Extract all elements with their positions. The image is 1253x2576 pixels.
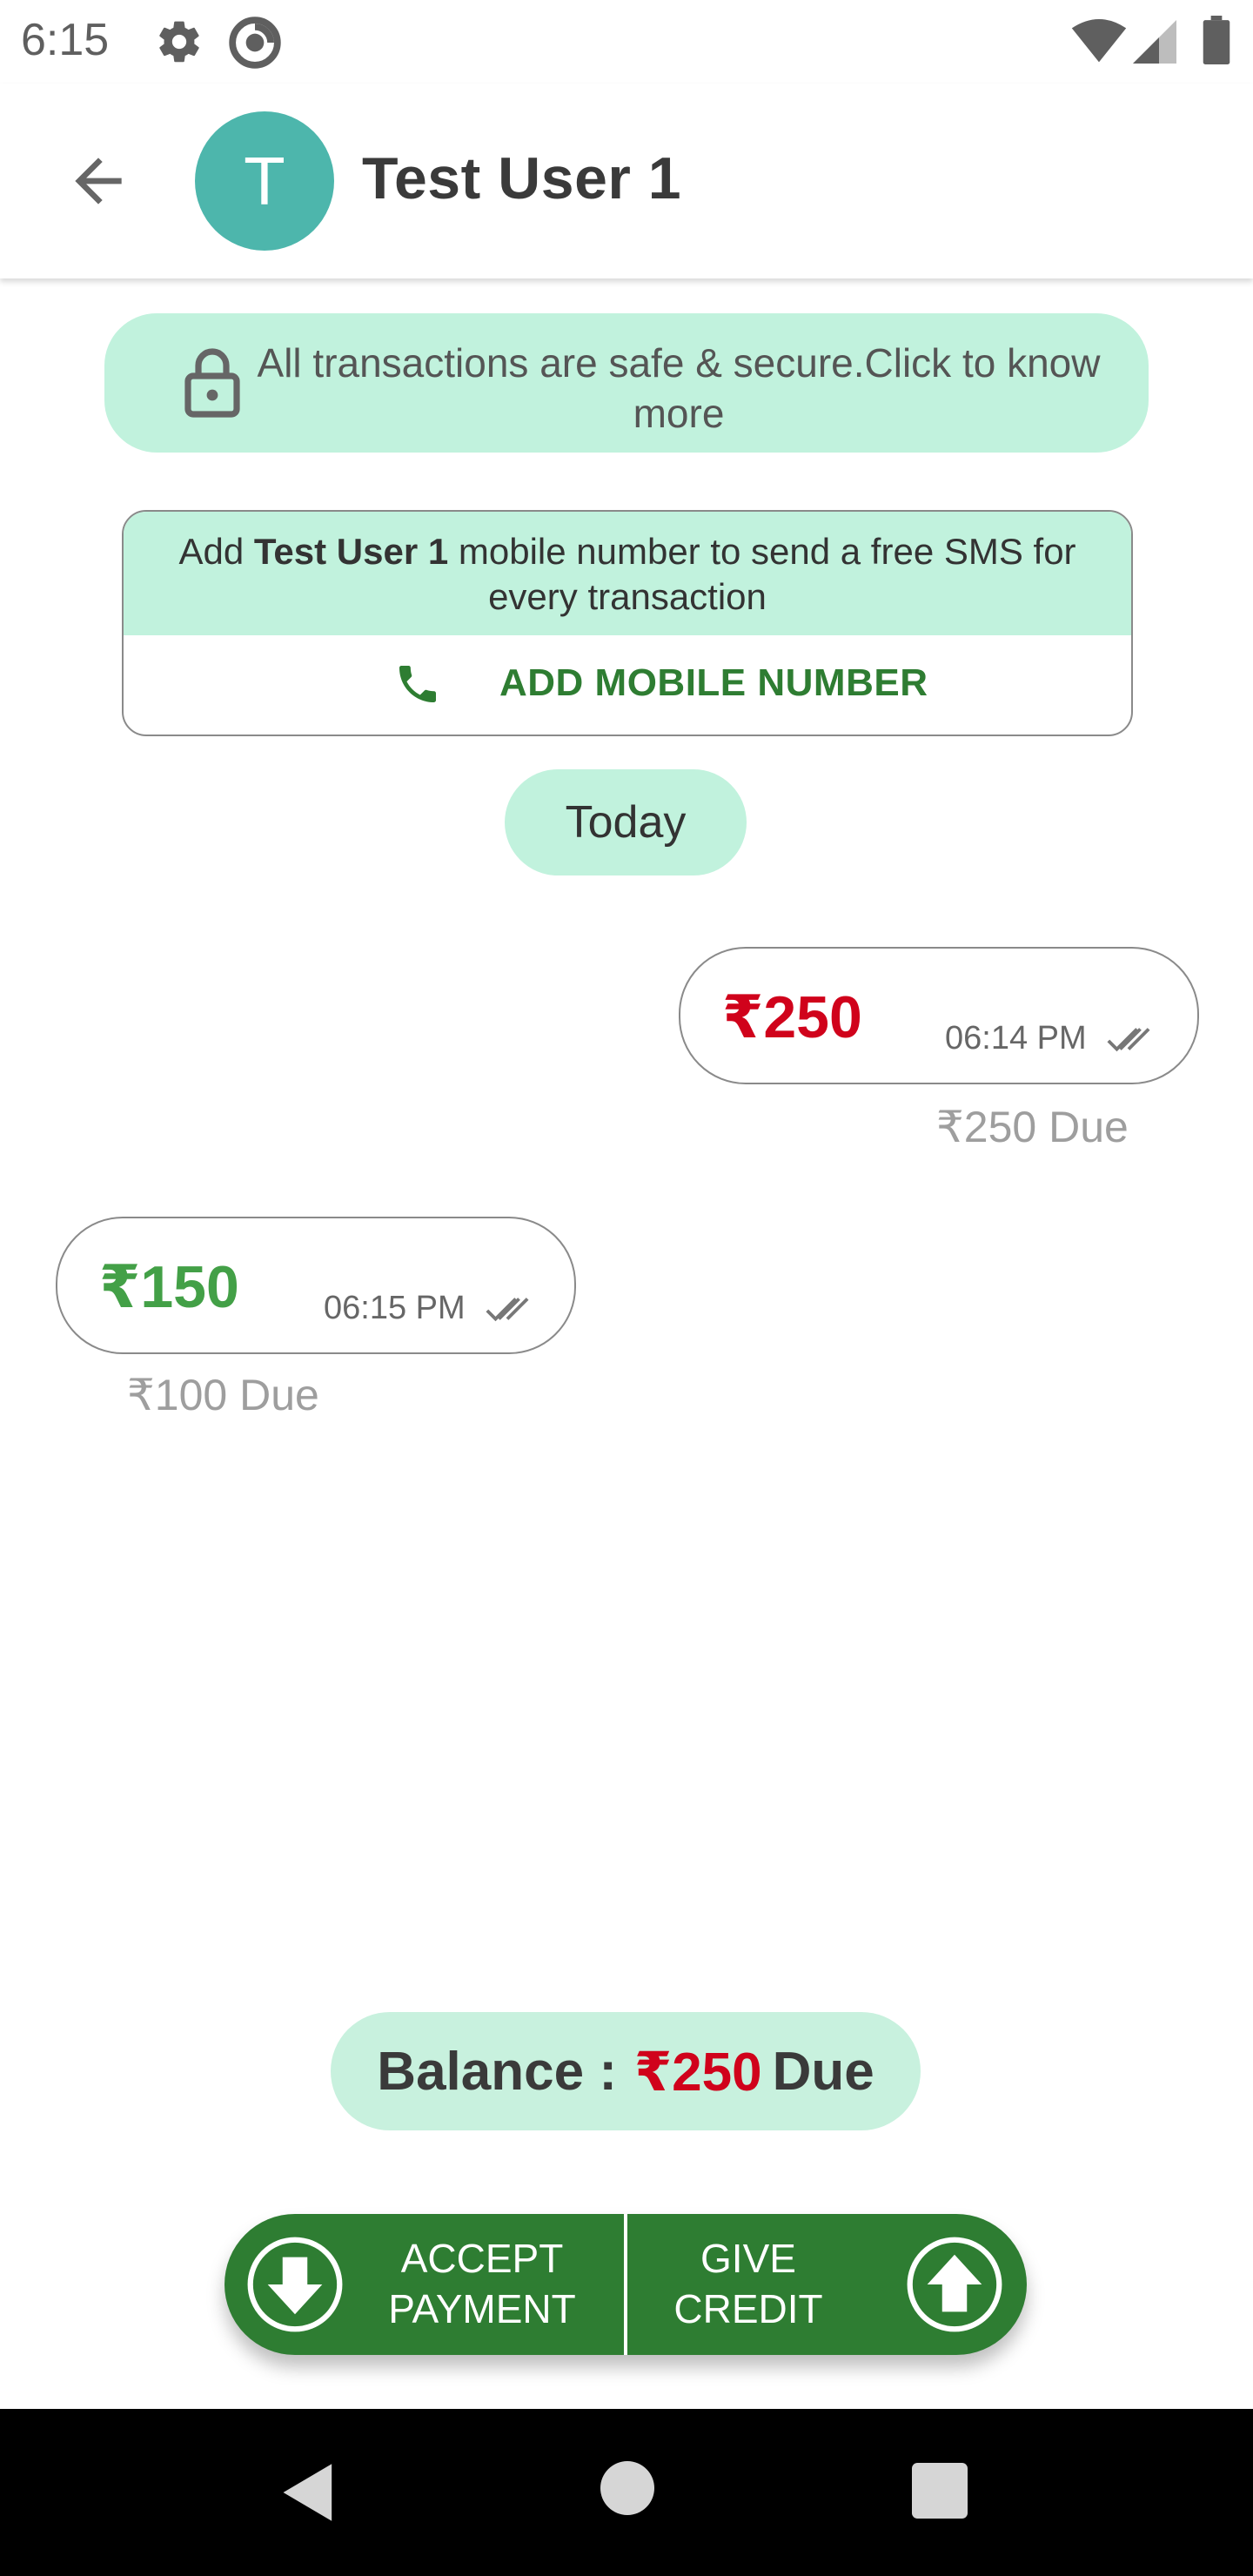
- phone-icon: [399, 666, 436, 702]
- arrow-up-circle-icon: [907, 2237, 1002, 2332]
- balance-label: Balance :: [377, 2041, 617, 2102]
- add-mobile-contact-name: Test User 1: [253, 531, 449, 572]
- status-bar: 6:15: [0, 0, 1253, 84]
- back-arrow-icon[interactable]: [61, 146, 136, 216]
- signal-icon: [1133, 20, 1176, 64]
- arrow-down-circle-icon: [247, 2237, 343, 2332]
- battery-icon: [1203, 16, 1230, 64]
- add-mobile-text: Add Test User 1 mobile number to send a …: [141, 529, 1114, 620]
- transaction-time: 06:15 PM: [324, 1290, 466, 1326]
- avatar[interactable]: T: [195, 111, 334, 251]
- date-chip: Today: [505, 769, 747, 875]
- gear-icon: [159, 21, 199, 63]
- accept-payment-button[interactable]: ACCEPT PAYMENT: [224, 2214, 625, 2355]
- action-bar: ACCEPT PAYMENT GIVE CREDIT: [224, 2214, 1027, 2355]
- add-mobile-number-button[interactable]: ADD MOBILE NUMBER: [124, 635, 1131, 735]
- transaction-time: 06:14 PM: [945, 1020, 1087, 1057]
- lock-icon: [184, 348, 240, 418]
- contact-name[interactable]: Test User 1: [362, 144, 681, 212]
- sync-icon: [229, 17, 281, 69]
- double-check-icon: [486, 1298, 529, 1322]
- app-bar: T Test User 1: [0, 84, 1253, 278]
- add-mobile-info: Add Test User 1 mobile number to send a …: [124, 512, 1131, 635]
- transaction-due: ₹100 Due: [127, 1371, 319, 1419]
- system-nav-bar: [0, 2409, 1253, 2576]
- transaction-due: ₹250 Due: [936, 1103, 1129, 1151]
- balance-amount: ₹250: [633, 2042, 762, 2103]
- add-mobile-text-suffix: mobile number to send a free SMS for eve…: [448, 531, 1076, 617]
- add-mobile-number-label: ADD MOBILE NUMBER: [499, 661, 928, 704]
- transaction-bubble[interactable]: ₹250 06:14 PM: [679, 947, 1199, 1084]
- give-credit-label: GIVE CREDIT: [673, 2236, 823, 2331]
- transaction-amount: ₹250: [722, 984, 862, 1050]
- wifi-icon: [1071, 19, 1127, 63]
- nav-recents-icon[interactable]: [912, 2463, 968, 2519]
- transaction-bubble[interactable]: ₹150 06:15 PM: [56, 1217, 576, 1354]
- status-time: 6:15: [21, 15, 110, 65]
- secure-banner[interactable]: All transactions are safe & secure.Click…: [104, 313, 1149, 453]
- add-mobile-text-prefix: Add: [178, 531, 254, 572]
- give-credit-button[interactable]: GIVE CREDIT: [626, 2214, 1027, 2355]
- transaction-amount: ₹150: [99, 1254, 239, 1320]
- double-check-icon: [1107, 1028, 1150, 1052]
- balance-suffix: Due: [772, 2041, 874, 2102]
- add-mobile-card: Add Test User 1 mobile number to send a …: [122, 510, 1133, 736]
- nav-back-icon[interactable]: [280, 2461, 338, 2524]
- accept-payment-label: ACCEPT PAYMENT: [388, 2236, 576, 2331]
- nav-home-icon[interactable]: [600, 2461, 654, 2515]
- secure-banner-text: All transactions are safe & secure.Click…: [257, 340, 1101, 436]
- balance-summary: Balance : ₹250 Due: [331, 2012, 921, 2130]
